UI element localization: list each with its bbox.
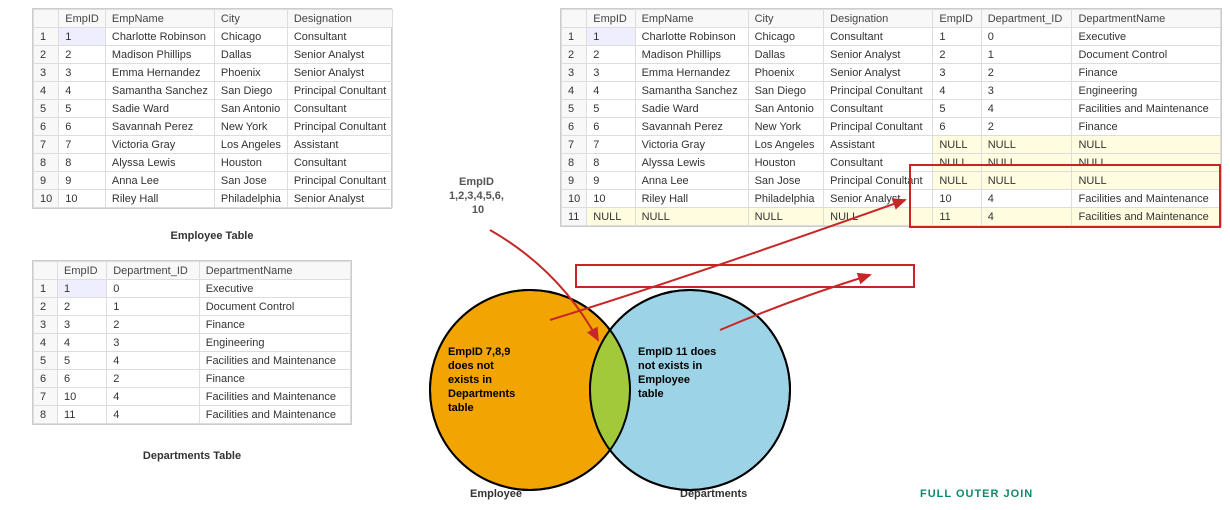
diagram-overlay: EmpID 7,8,9 does not exists in Departmen… bbox=[0, 0, 1230, 510]
null-box-right bbox=[910, 165, 1220, 227]
venn-top-label: EmpID 1,2,3,4,5,6, 10 bbox=[449, 176, 507, 216]
null-box-left bbox=[576, 265, 914, 287]
